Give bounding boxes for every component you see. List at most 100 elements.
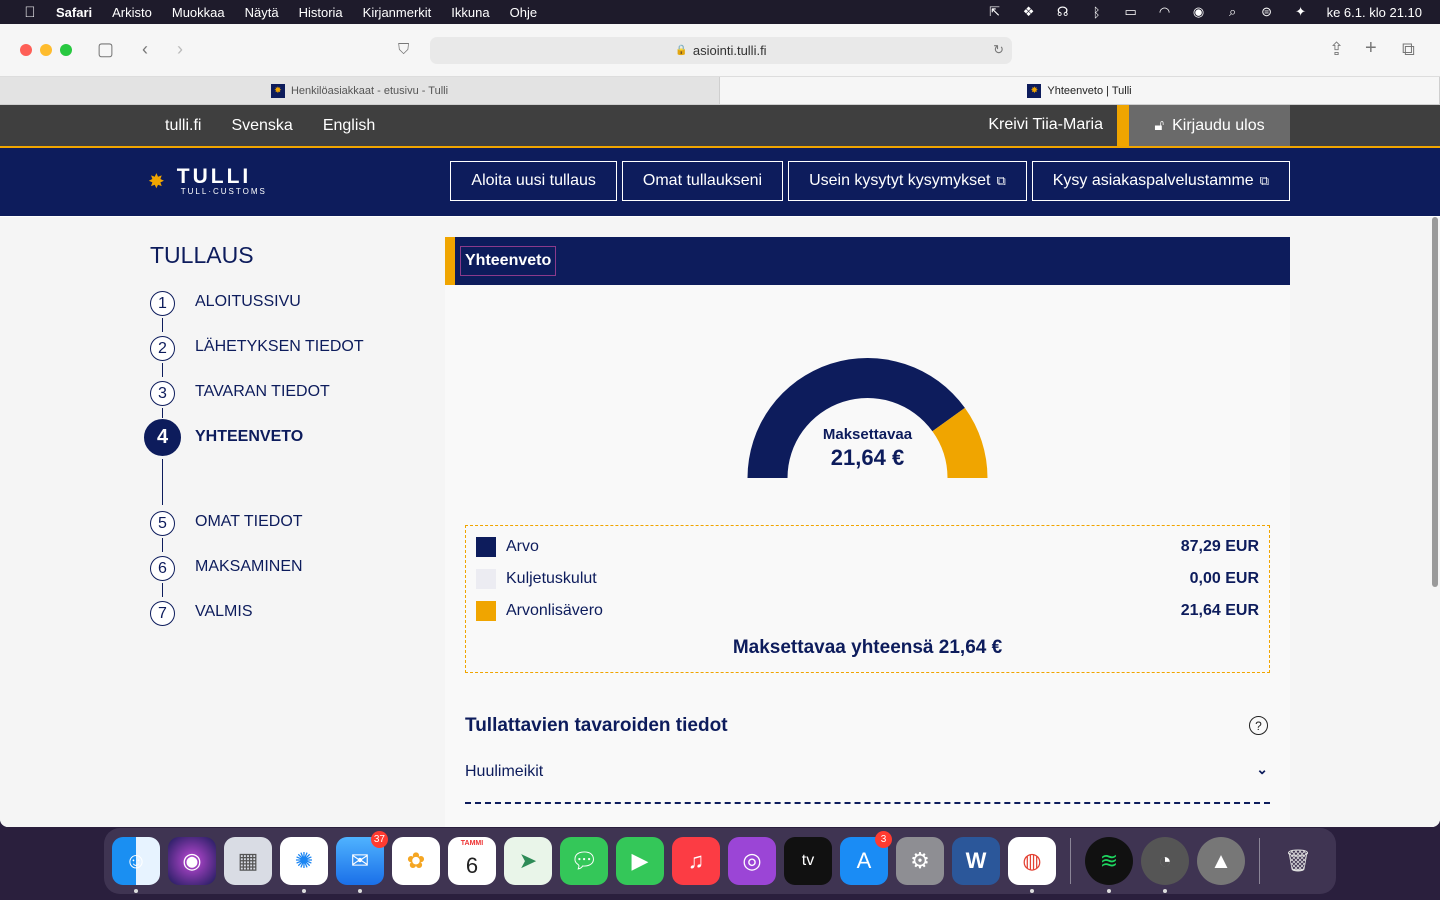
music-icon[interactable]: ♫ [672, 837, 720, 885]
legend-row-kuljetuskulut: Kuljetuskulut 0,00 EUR [466, 563, 1269, 595]
legend-label: Arvonlisävero [506, 602, 603, 619]
trash-icon[interactable]: 🗑︎ [1274, 837, 1322, 885]
finder-icon[interactable]: ☺ [112, 837, 160, 893]
apple-menu-icon[interactable]:  [20, 4, 40, 21]
app-store-icon[interactable]: A3 [840, 831, 892, 885]
logout-label: Kirjaudu ulos [1172, 116, 1265, 134]
step-7[interactable]: 7 VALMIS [150, 601, 430, 631]
dock-separator [1259, 838, 1260, 884]
legend-value: 0,00 EUR [1189, 570, 1259, 587]
menubar-clock[interactable]: ke 6.1. klo 21.10 [1327, 5, 1422, 20]
goods-item-label[interactable]: Huulimeikit [465, 763, 543, 781]
privacy-shield-icon[interactable]: ⛉ [398, 41, 409, 58]
facetime-icon[interactable]: ▶ [616, 837, 664, 885]
downloads-stack-icon[interactable]: ▲ [1197, 837, 1245, 885]
dropbox-icon[interactable]: ❖ [1021, 4, 1037, 20]
system-preferences-icon[interactable]: ⚙ [896, 837, 944, 885]
progress-stepper: TULLAUS 1 ALOITUSSIVU 2 LÄHETYKSEN TIEDO… [144, 242, 430, 631]
launchpad-icon[interactable]: ▦ [224, 837, 272, 885]
step-6[interactable]: 6 MAKSAMINEN [150, 556, 430, 601]
siri-icon[interactable]: ✦ [1293, 4, 1309, 20]
customer-service-button[interactable]: Kysy asiakaspalvelustamme ⧉ [1031, 161, 1290, 201]
close-window-button[interactable] [20, 44, 32, 56]
minimize-window-button[interactable] [40, 44, 52, 56]
running-dot [1107, 889, 1111, 893]
siri-app-icon[interactable]: ◉ [168, 837, 216, 885]
reload-icon[interactable]: ↻ [993, 42, 1004, 58]
chevron-down-icon[interactable]: ⌄ [1256, 761, 1268, 778]
zoom-window-button[interactable] [60, 44, 72, 56]
menu-historia[interactable]: Historia [299, 5, 343, 20]
running-dot [1163, 889, 1167, 893]
faq-button[interactable]: Usein kysytyt kysymykset ⧉ [788, 161, 1027, 201]
dock-separator [1070, 838, 1071, 884]
back-icon[interactable]: ‹ [142, 39, 148, 60]
link-tulli-fi[interactable]: tulli.fi [165, 117, 201, 135]
page-scrollbar[interactable] [1432, 217, 1438, 587]
user-icon[interactable]: ◉ [1191, 4, 1207, 20]
menu-nayta[interactable]: Näytä [245, 5, 279, 20]
word-icon[interactable]: W [952, 837, 1000, 885]
step-number: 2 [150, 336, 175, 361]
new-tab-icon[interactable]: + [1365, 37, 1377, 60]
control-center-icon[interactable]: ⊜ [1259, 4, 1275, 20]
step-4-active[interactable]: 4 YHTEENVETO [144, 419, 430, 511]
logout-button[interactable]: 🔓︎ Kirjaudu ulos [1117, 105, 1290, 146]
share-icon[interactable]: ⇪ [1329, 39, 1344, 60]
gauge-label: Maksettavaa [822, 426, 913, 443]
tab-overview-icon[interactable]: ⧉ [1402, 39, 1415, 60]
battery-icon[interactable]: ▭ [1123, 4, 1139, 20]
menu-arkisto[interactable]: Arkisto [112, 5, 152, 20]
step-3[interactable]: 3 TAVARAN TIEDOT [150, 381, 430, 419]
step-5[interactable]: 5 OMAT TIEDOT [150, 511, 430, 556]
tab-yhteenveto[interactable]: ✸ Yhteenveto | Tulli [720, 77, 1440, 104]
nav-label: Usein kysytyt kysymykset [809, 172, 991, 189]
menu-app-name[interactable]: Safari [56, 5, 92, 20]
calendar-icon[interactable]: TAMMI 6 [448, 837, 496, 885]
step-label: YHTEENVETO [195, 428, 304, 445]
address-bar[interactable]: 🔒 asiointi.tulli.fi ↻ [430, 37, 1012, 64]
activity-monitor-icon[interactable]: ◔ [1141, 837, 1189, 893]
menu-ohje[interactable]: Ohje [510, 5, 537, 20]
step-2[interactable]: 2 LÄHETYKSEN TIEDOT [150, 336, 430, 381]
podcasts-icon[interactable]: ◎ [728, 837, 776, 885]
logo-sub: TULL·CUSTOMS [180, 187, 267, 196]
legend-row-arvonlisavero: Arvonlisävero 21,64 EUR [466, 595, 1269, 627]
summary-title[interactable]: Yhteenveto [460, 246, 557, 276]
apple-tv-icon[interactable]: tv [784, 837, 832, 885]
airdrop-icon[interactable]: ☊ [1055, 4, 1071, 20]
my-declarations-button[interactable]: Omat tullaukseni [621, 161, 784, 201]
new-declaration-button[interactable]: Aloita uusi tullaus [450, 161, 617, 201]
spotify-icon[interactable]: ≋ [1085, 837, 1133, 893]
messages-icon[interactable]: 💬︎ [560, 837, 608, 885]
menu-muokkaa[interactable]: Muokkaa [172, 5, 225, 20]
legend-swatch-light [476, 569, 496, 589]
sidebar-toggle-icon[interactable]: ▢ [97, 39, 114, 60]
step-connector [162, 408, 163, 418]
language-bar: tulli.fi Svenska English Kreivi Tiia-Mar… [0, 105, 1440, 146]
wifi-icon[interactable]: ◠ [1157, 4, 1173, 20]
bluetooth-icon[interactable]: ᛒ [1089, 5, 1105, 20]
forward-icon[interactable]: › [177, 39, 183, 60]
running-dot [1030, 889, 1034, 893]
maps-icon[interactable]: ➤ [504, 837, 552, 885]
spotlight-search-icon[interactable]: ⌕ [1225, 4, 1241, 20]
tab-etusivu[interactable]: ✸ Henkilöasiakkaat - etusivu - Tulli [0, 77, 720, 104]
mail-icon[interactable]: ✉ 37 [336, 831, 388, 893]
chrome-icon[interactable]: ◍ [1008, 837, 1056, 893]
help-icon[interactable]: ? [1249, 716, 1268, 735]
step-1[interactable]: 1 ALOITUSSIVU [150, 291, 430, 336]
step-label: OMAT TIEDOT [195, 513, 303, 530]
menu-kirjanmerkit[interactable]: Kirjanmerkit [363, 5, 432, 20]
payment-gauge: Maksettavaa 21,64 € [746, 358, 989, 481]
step-label: ALOITUSSIVU [195, 293, 301, 310]
browser-toolbar: ▢ ‹ › ⛉ 🔒 asiointi.tulli.fi ↻ ⇪ + ⧉ [0, 24, 1440, 77]
safari-app-icon[interactable]: ✺ [280, 837, 328, 893]
link-english[interactable]: English [323, 117, 375, 135]
summary-header: Yhteenveto [445, 237, 1290, 285]
photos-icon[interactable]: ✿ [392, 837, 440, 885]
menu-ikkuna[interactable]: Ikkuna [451, 5, 489, 20]
link-svenska[interactable]: Svenska [231, 117, 292, 135]
tulli-logo[interactable]: ✸ TULLI TULL·CUSTOMS [148, 166, 267, 196]
share-status-icon[interactable]: ⇱ [987, 4, 1003, 20]
